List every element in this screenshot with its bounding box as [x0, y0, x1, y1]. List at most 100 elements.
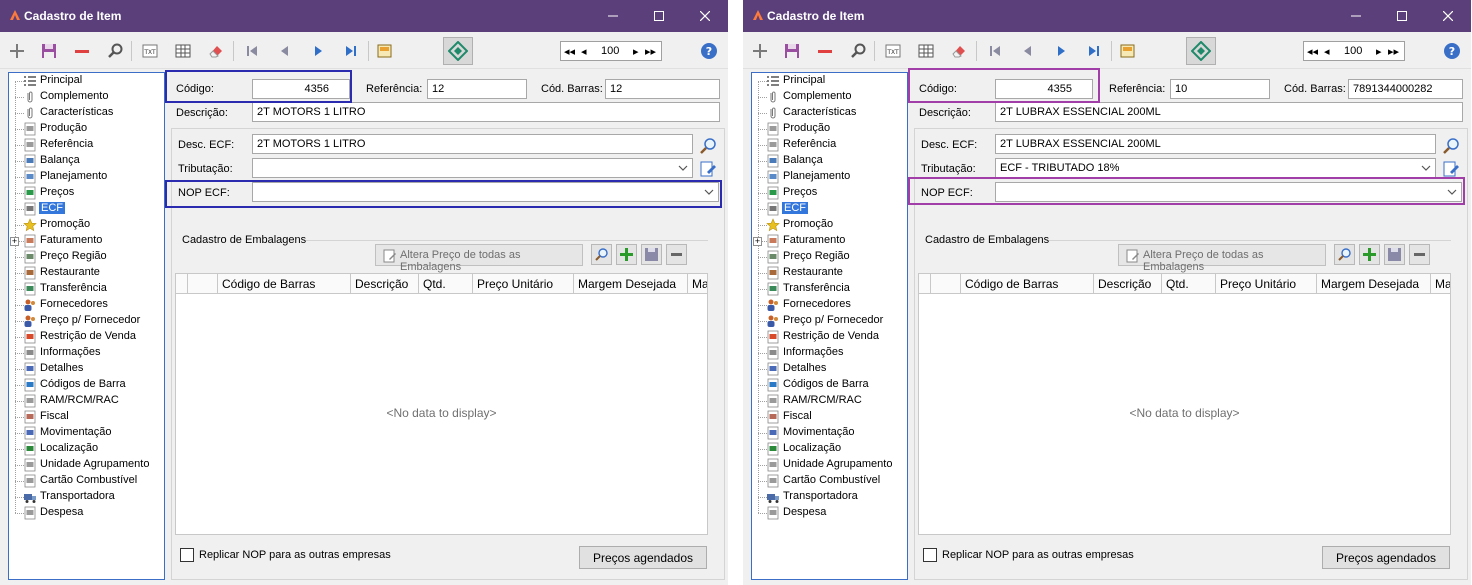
- precos-agendados-button[interactable]: Preços agendados: [1322, 546, 1450, 569]
- tree-item-transportadora[interactable]: Transportadora: [752, 489, 907, 505]
- sync-button[interactable]: [1186, 37, 1216, 65]
- record-navigator[interactable]: ◂◂ ◂ 100 ▸ ▸▸: [560, 41, 662, 61]
- next-record-button[interactable]: [1050, 40, 1072, 62]
- tree-item-cartao-combustivel[interactable]: Cartão Combustível: [9, 473, 164, 489]
- tree-item-referencia[interactable]: Referência: [752, 137, 907, 153]
- tree-item-localizacao[interactable]: Localização: [752, 441, 907, 457]
- embalagem-add-button[interactable]: [616, 244, 637, 265]
- nav-first-icon[interactable]: ◂◂: [564, 45, 575, 58]
- delete-button[interactable]: [814, 40, 836, 62]
- embalagem-remove-button[interactable]: [666, 244, 687, 265]
- tree-item-ecf[interactable]: ECF: [9, 201, 164, 217]
- last-record-button[interactable]: [340, 40, 362, 62]
- tree-item-codigos-de-barra[interactable]: Códigos de Barra: [9, 377, 164, 393]
- prev-record-button[interactable]: [274, 40, 296, 62]
- expand-icon[interactable]: +: [753, 237, 762, 246]
- tree-item-restaurante[interactable]: Restaurante: [752, 265, 907, 281]
- replicar-nop-checkbox[interactable]: [923, 548, 937, 562]
- tree-item-principal[interactable]: Principal: [752, 73, 907, 89]
- altera-preco-button[interactable]: Altera Preço de todas as Embalagens: [375, 244, 583, 273]
- tree-item-movimentacao[interactable]: Movimentação: [9, 425, 164, 441]
- tree-item-fiscal[interactable]: Fiscal: [752, 409, 907, 425]
- minimize-button[interactable]: [1333, 0, 1379, 32]
- save-button[interactable]: [781, 40, 803, 62]
- save-button[interactable]: [38, 40, 60, 62]
- tree-item-preco-regiao[interactable]: Preço Região: [9, 249, 164, 265]
- report-button[interactable]: [1117, 40, 1139, 62]
- desc-ecf-field[interactable]: 2T MOTORS 1 LITRO: [252, 134, 693, 154]
- tree-item-faturamento[interactable]: + Faturamento: [752, 233, 907, 249]
- tributacao-select[interactable]: ECF - TRIBUTADO 18%: [995, 158, 1436, 178]
- tree-item-faturamento[interactable]: + Faturamento: [9, 233, 164, 249]
- tree-item-planejamento[interactable]: Planejamento: [9, 169, 164, 185]
- embalagem-search-button[interactable]: [591, 244, 612, 265]
- tree-item-despesa[interactable]: Despesa: [752, 505, 907, 521]
- grid-col-ma[interactable]: Ma: [1431, 274, 1450, 293]
- referencia-field[interactable]: 12: [427, 79, 527, 99]
- tree-item-restricao-de-venda[interactable]: Restrição de Venda: [9, 329, 164, 345]
- replicar-nop-checkbox[interactable]: [180, 548, 194, 562]
- tree-item-movimentacao[interactable]: Movimentação: [752, 425, 907, 441]
- tree-item-ecf[interactable]: ECF: [752, 201, 907, 217]
- tree-item-preco-p-fornecedor[interactable]: Preço p/ Fornecedor: [9, 313, 164, 329]
- grid-col-codigo-barras[interactable]: Código de Barras: [218, 274, 351, 293]
- nav-prev-icon[interactable]: ◂: [581, 45, 587, 58]
- tree-item-complemento[interactable]: Complemento: [752, 89, 907, 105]
- tree-item-transportadora[interactable]: Transportadora: [9, 489, 164, 505]
- tree-item-transferencia[interactable]: Transferência: [9, 281, 164, 297]
- report-button[interactable]: [374, 40, 396, 62]
- tree-item-restaurante[interactable]: Restaurante: [9, 265, 164, 281]
- descricao-field[interactable]: 2T MOTORS 1 LITRO: [252, 102, 720, 122]
- grid-col-indicator[interactable]: [919, 274, 931, 293]
- help-button[interactable]: ?: [1441, 40, 1463, 62]
- add-button[interactable]: [6, 40, 28, 62]
- tree-item-ram-rcm-rac[interactable]: RAM/RCM/RAC: [752, 393, 907, 409]
- expand-icon[interactable]: +: [10, 237, 19, 246]
- tree-item-caracteristicas[interactable]: Características: [9, 105, 164, 121]
- tree-item-informacoes[interactable]: Informações: [9, 345, 164, 361]
- nav-last-icon[interactable]: ▸▸: [645, 45, 656, 58]
- desc-ecf-search-button[interactable]: [697, 135, 719, 157]
- maximize-button[interactable]: [1379, 0, 1425, 32]
- tree-item-ram-rcm-rac[interactable]: RAM/RCM/RAC: [9, 393, 164, 409]
- tree-item-promocao[interactable]: Promoção: [9, 217, 164, 233]
- tree-item-balanca[interactable]: Balança: [9, 153, 164, 169]
- tree-item-localizacao[interactable]: Localização: [9, 441, 164, 457]
- tree-item-complemento[interactable]: Complemento: [9, 89, 164, 105]
- embalagem-search-button[interactable]: [1334, 244, 1355, 265]
- grid-col-qtd[interactable]: Qtd.: [419, 274, 473, 293]
- grid-col-select[interactable]: [188, 274, 218, 293]
- close-button[interactable]: [682, 0, 728, 32]
- tree-item-precos[interactable]: Preços: [9, 185, 164, 201]
- altera-preco-button[interactable]: Altera Preço de todas as Embalagens: [1118, 244, 1326, 273]
- clear-button[interactable]: [205, 40, 227, 62]
- tributacao-edit-button[interactable]: [697, 158, 719, 180]
- tree-item-planejamento[interactable]: Planejamento: [752, 169, 907, 185]
- search-button[interactable]: [104, 40, 126, 62]
- tree-item-despesa[interactable]: Despesa: [9, 505, 164, 521]
- descricao-field[interactable]: 2T LUBRAX ESSENCIAL 200ML: [995, 102, 1463, 122]
- precos-agendados-button[interactable]: Preços agendados: [579, 546, 707, 569]
- grid-col-preco-unitario[interactable]: Preço Unitário: [473, 274, 574, 293]
- first-record-button[interactable]: [241, 40, 263, 62]
- embalagem-save-button[interactable]: [641, 244, 662, 265]
- tree-item-precos[interactable]: Preços: [752, 185, 907, 201]
- tree-item-fornecedores[interactable]: Fornecedores: [9, 297, 164, 313]
- nav-next-icon[interactable]: ▸: [633, 45, 639, 58]
- add-button[interactable]: [749, 40, 771, 62]
- cod-barras-field[interactable]: 7891344000282: [1348, 79, 1463, 99]
- grid-col-preco-unitario[interactable]: Preço Unitário: [1216, 274, 1317, 293]
- tree-item-balanca[interactable]: Balança: [752, 153, 907, 169]
- grid-col-descricao[interactable]: Descrição: [1094, 274, 1162, 293]
- txt-export-button[interactable]: TXT: [882, 40, 904, 62]
- tree-item-unidade-agrupamento[interactable]: Unidade Agrupamento: [9, 457, 164, 473]
- grid-col-codigo-barras[interactable]: Código de Barras: [961, 274, 1094, 293]
- grid-view-button[interactable]: [172, 40, 194, 62]
- embalagem-add-button[interactable]: [1359, 244, 1380, 265]
- tree-item-informacoes[interactable]: Informações: [752, 345, 907, 361]
- tree-item-codigos-de-barra[interactable]: Códigos de Barra: [752, 377, 907, 393]
- grid-col-indicator[interactable]: [176, 274, 188, 293]
- tree-item-producao[interactable]: Produção: [9, 121, 164, 137]
- record-navigator[interactable]: ◂◂ ◂ 100 ▸ ▸▸: [1303, 41, 1405, 61]
- search-button[interactable]: [847, 40, 869, 62]
